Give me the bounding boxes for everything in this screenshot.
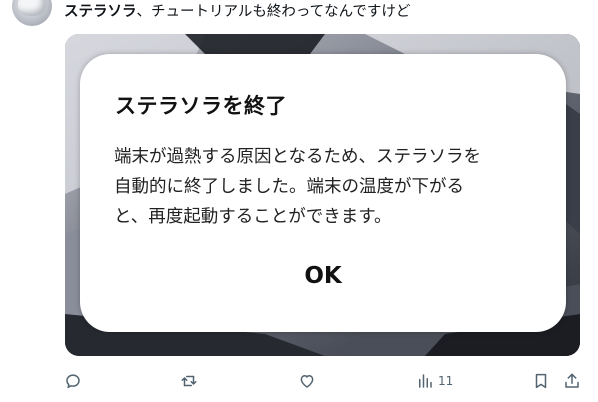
dialog-message: 端末が過熱する原因となるため、ステラソラを 自動的に終了しました。端末の温度が下…: [114, 147, 481, 227]
like-button[interactable]: [298, 368, 316, 394]
views-button[interactable]: 11: [416, 368, 453, 394]
repost-icon: [181, 375, 197, 387]
share-button[interactable]: [563, 368, 581, 394]
reply-button[interactable]: [64, 368, 82, 394]
like-icon: [300, 375, 314, 388]
views-count: 11: [438, 374, 454, 388]
share-icon: [565, 373, 579, 388]
bookmark-icon: [535, 373, 547, 389]
post: ステラソラ、チュートリアルも終わってなんですけど ステラソラを終了 端末が過熱す: [0, 0, 598, 402]
action-bar: 11: [0, 368, 598, 394]
post-text-line: ステラソラ、チュートリアルも終わってなんですけど: [64, 2, 410, 22]
ok-button[interactable]: OK: [80, 263, 566, 289]
thermal-shutdown-dialog: ステラソラを終了 端末が過熱する原因となるため、ステラソラを 自動的に終了しまし…: [80, 54, 566, 332]
bookmark-button[interactable]: [532, 368, 550, 394]
post-image[interactable]: ステラソラを終了 端末が過熱する原因となるため、ステラソラを 自動的に終了しまし…: [65, 34, 580, 356]
repost-button[interactable]: [180, 368, 198, 394]
avatar-image: [18, 0, 46, 16]
post-text: 、チュートリアルも終わってなんですけど: [136, 4, 411, 20]
views-icon: [419, 374, 432, 388]
avatar[interactable]: [12, 0, 52, 26]
reply-icon: [66, 374, 80, 389]
author-name[interactable]: ステラソラ: [64, 4, 137, 20]
dialog-title: ステラソラを終了: [115, 94, 287, 118]
